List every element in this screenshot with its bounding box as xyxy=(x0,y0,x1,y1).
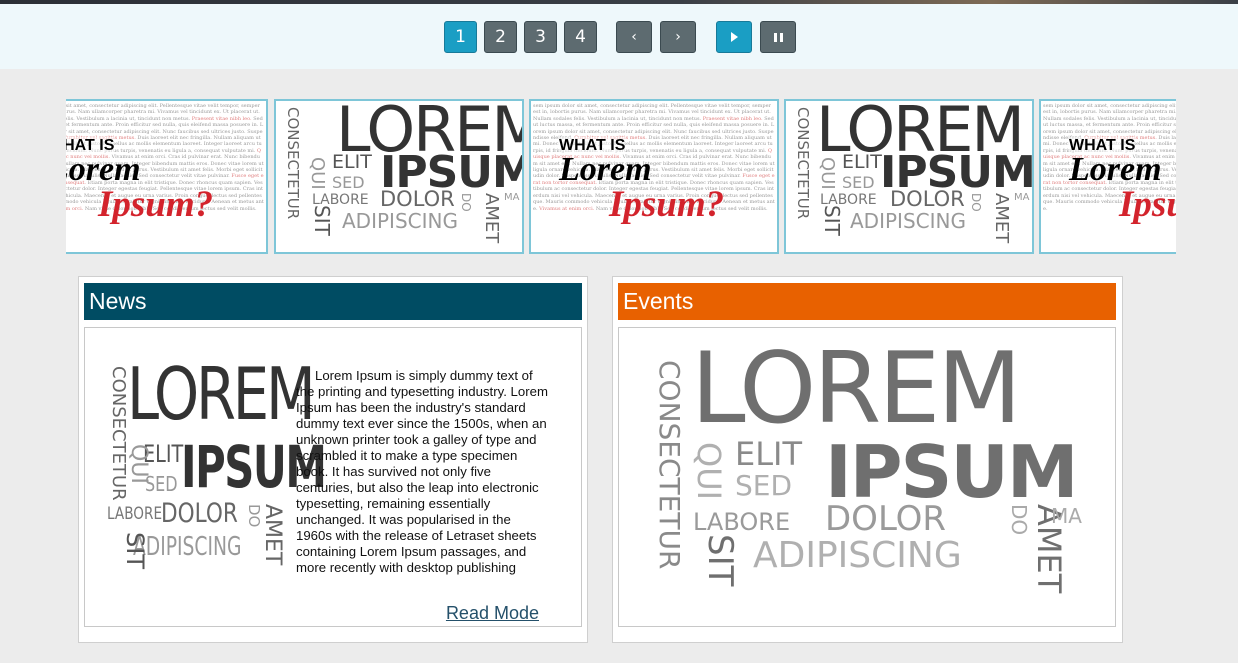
slide-word-ipsum: Ipsum? xyxy=(1119,184,1176,225)
news-title: News xyxy=(84,283,582,320)
carousel-slide-4[interactable]: LOREM IPSUM CONSECTETUR ELIT SED QUI LAB… xyxy=(784,99,1034,254)
cloud-word-amet: AMET xyxy=(991,193,1012,244)
cloud-word-amet: AMET xyxy=(260,504,285,566)
cloud-word-labore: LABORE xyxy=(107,504,163,524)
cloud-word-ipsum: IPSUM xyxy=(825,430,1079,514)
next-button[interactable]: › xyxy=(660,21,696,53)
cloud-word-lorem: LOREM xyxy=(127,352,316,436)
slider-controls: 1 2 3 4 ‹ › xyxy=(0,4,1238,69)
cloud-word-qui: QUI xyxy=(307,157,328,190)
pause-button[interactable] xyxy=(760,21,796,53)
slide-word-ipsum: Ipsum? xyxy=(609,184,725,225)
cloud-word-adipiscing: ADIPISCING xyxy=(133,532,242,562)
cloud-word-sit: SIT xyxy=(310,205,334,236)
cloud-word-sed: SED xyxy=(842,173,875,192)
carousel-slide-1[interactable]: sem ipsum dolor sit amet, consectetur ad… xyxy=(66,99,268,254)
cloud-word-do: DO xyxy=(459,193,473,212)
prev-button[interactable]: ‹ xyxy=(616,21,652,53)
cloud-word-elit: ELIT xyxy=(842,151,882,173)
cloud-word-dolor: DOLOR xyxy=(380,187,455,211)
word-cloud: LOREM IPSUM CONSECTETUR ELIT SED QUI LAB… xyxy=(276,101,522,252)
cloud-word-consectetur: CONSECTETUR xyxy=(794,107,812,220)
cloud-word-ma: MA xyxy=(504,192,520,203)
cloud-word-amet: AMET xyxy=(481,193,502,244)
slide-word-ipsum: Ipsum? xyxy=(98,184,214,225)
news-body: LOREM IPSUM CONSECTETUR ELIT SED QUI LAB… xyxy=(84,327,582,627)
events-panel: Events LOREM IPSUM CONSECTETUR ELIT SED … xyxy=(612,276,1123,643)
page-button-4[interactable]: 4 xyxy=(564,21,597,53)
cloud-word-sed: SED xyxy=(735,469,793,502)
events-image: LOREM IPSUM CONSECTETUR ELIT SED QUI LAB… xyxy=(649,340,1085,604)
cloud-word-do: DO xyxy=(245,504,263,528)
cloud-word-labore: LABORE xyxy=(693,508,791,536)
image-carousel: sem ipsum dolor sit amet, consectetur ad… xyxy=(66,99,1176,254)
cloud-word-consectetur: CONSECTETUR xyxy=(108,366,129,501)
cloud-word-qui: QUI xyxy=(817,157,838,190)
events-body: LOREM IPSUM CONSECTETUR ELIT SED QUI LAB… xyxy=(618,327,1116,627)
carousel-slide-5[interactable]: sem ipsum dolor sit amet, consectetur ad… xyxy=(1039,99,1176,254)
cloud-word-sed: SED xyxy=(332,173,365,192)
page-button-1[interactable]: 1 xyxy=(444,21,477,53)
page-button-2[interactable]: 2 xyxy=(484,21,517,53)
cloud-word-consectetur: CONSECTETUR xyxy=(653,360,686,570)
cloud-word-lorem: LOREM xyxy=(691,332,1022,446)
cloud-word-elit: ELIT xyxy=(735,435,803,473)
cloud-word-dolor: DOLOR xyxy=(825,499,947,539)
cloud-word-qui: QUI xyxy=(126,444,151,484)
cloud-word-ma: MA xyxy=(1014,192,1030,203)
cloud-word-consectetur: CONSECTETUR xyxy=(284,107,302,220)
cloud-word-ma: MA xyxy=(1051,504,1082,528)
play-button[interactable] xyxy=(716,21,752,53)
cloud-word-dolor: DOLOR xyxy=(890,187,965,211)
cloud-word-adipiscing: ADIPISCING xyxy=(753,535,962,576)
news-panel: News LOREM IPSUM CONSECTETUR ELIT SED QU… xyxy=(78,276,588,643)
cloud-word-sit: SIT xyxy=(820,205,844,236)
word-cloud: LOREM IPSUM CONSECTETUR ELIT SED QUI LAB… xyxy=(786,101,1032,252)
news-text: Lorem Ipsum is simply dummy text of the … xyxy=(296,368,548,575)
page-button-3[interactable]: 3 xyxy=(524,21,557,53)
read-more-link[interactable]: Read Mode xyxy=(446,603,539,624)
cloud-word-qui: QUI xyxy=(690,442,728,501)
events-title: Events xyxy=(618,283,1116,320)
cloud-word-sit: SIT xyxy=(700,534,740,587)
cloud-word-sit: SIT xyxy=(121,532,149,569)
pause-icon xyxy=(773,32,783,42)
play-icon xyxy=(730,32,738,42)
carousel-slide-2[interactable]: LOREM IPSUM CONSECTETUR ELIT SED QUI LAB… xyxy=(274,99,524,254)
cloud-word-dolor: DOLOR xyxy=(161,498,238,529)
news-image: LOREM IPSUM CONSECTETUR ELIT SED QUI LAB… xyxy=(105,358,327,602)
carousel-slide-3[interactable]: sem ipsum dolor sit amet, consectetur ad… xyxy=(529,99,779,254)
cloud-word-do: DO xyxy=(1007,504,1031,536)
cloud-word-do: DO xyxy=(969,193,983,212)
cloud-word-elit: ELIT xyxy=(332,151,372,173)
cloud-word-adipiscing: ADIPISCING xyxy=(342,209,458,233)
cloud-word-adipiscing: ADIPISCING xyxy=(850,209,966,233)
